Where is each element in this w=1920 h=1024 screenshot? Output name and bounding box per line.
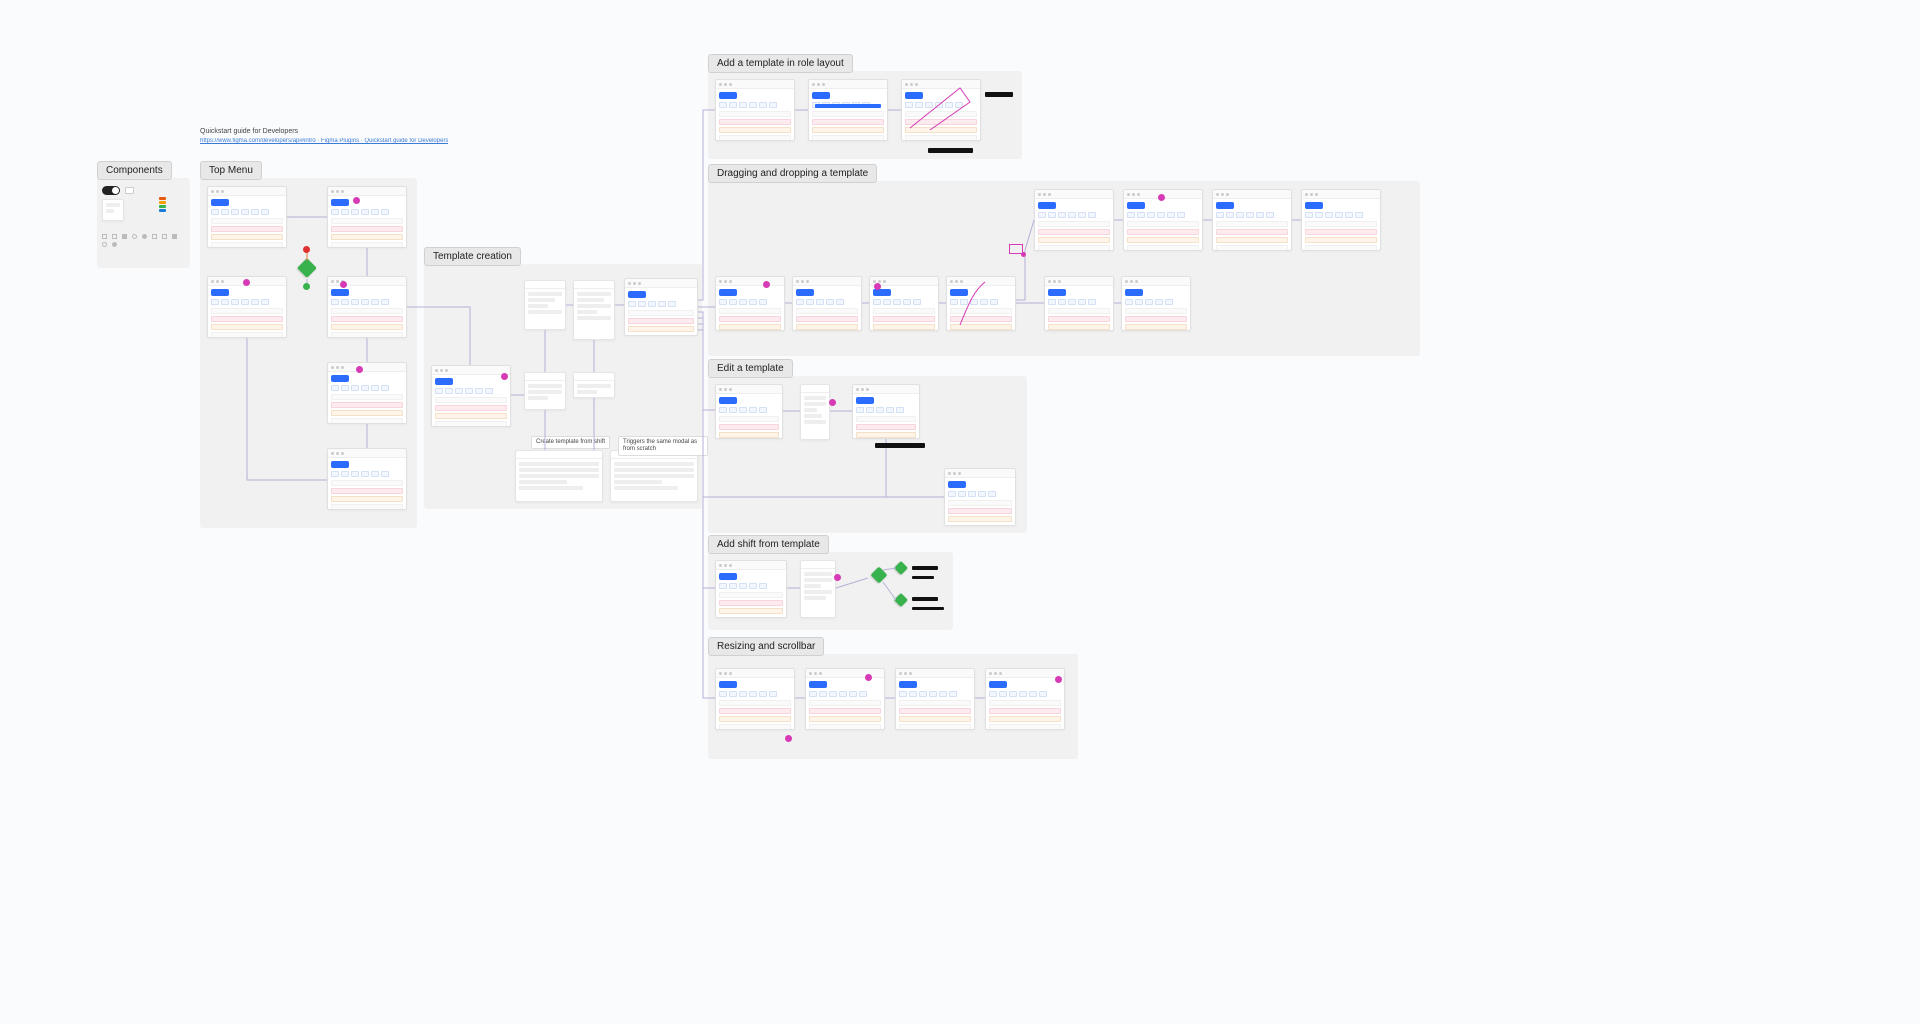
annotation-highlight-bar [815, 104, 881, 108]
annotation-dot [865, 674, 872, 681]
group-label-components[interactable]: Components [97, 161, 172, 180]
annotation-dot [501, 373, 508, 380]
group-label-drag-drop[interactable]: Dragging and dropping a template [708, 164, 877, 183]
group-label-template-creation[interactable]: Template creation [424, 247, 521, 266]
annotation-dot [834, 574, 841, 581]
frame-dd-6[interactable] [1121, 276, 1191, 331]
annotation-dot [356, 366, 363, 373]
frame-shift-1[interactable] [715, 560, 787, 618]
panel-tc-modal-3[interactable] [524, 372, 566, 410]
figma-canvas[interactable]: Quickstart guide for Developers https://… [0, 0, 1920, 1024]
redacted-label [912, 597, 938, 601]
frame-topmenu-6[interactable] [327, 448, 407, 510]
annotation-dot [763, 281, 770, 288]
frame-dd-top-3[interactable] [1212, 189, 1292, 251]
frame-dd-2[interactable] [792, 276, 862, 331]
panel-tc-modal-4[interactable] [573, 372, 615, 398]
component-icon-row [100, 232, 185, 262]
redacted-label [912, 607, 944, 610]
frame-role-2[interactable] [808, 79, 888, 141]
annotation-dot [353, 197, 360, 204]
frame-edit-2[interactable] [852, 384, 920, 439]
group-label-resizing[interactable]: Resizing and scrollbar [708, 637, 824, 656]
group-label-add-shift[interactable]: Add shift from template [708, 535, 829, 554]
component-mini-panel[interactable] [102, 199, 124, 221]
frame-dd-top-1[interactable] [1034, 189, 1114, 251]
annotation-dot [785, 735, 792, 742]
frame-topmenu-1[interactable] [207, 186, 287, 248]
frame-dd-top-4[interactable] [1301, 189, 1381, 251]
quickstart-link[interactable]: https://www.figma.com/developers/api#int… [200, 138, 448, 144]
annotation-dot [829, 399, 836, 406]
frame-dd-1[interactable] [715, 276, 785, 331]
frame-topmenu-5[interactable] [327, 362, 407, 424]
frame-resize-1[interactable] [715, 668, 795, 730]
panel-edit-1[interactable] [800, 384, 830, 440]
annotation-dot [1021, 252, 1026, 257]
frame-dd-5[interactable] [1044, 276, 1114, 331]
frame-resize-2[interactable] [805, 668, 885, 730]
frame-edit-1[interactable] [715, 384, 783, 439]
redacted-label [912, 576, 934, 579]
caption-tc-2: Triggers the same modal as from scratch [618, 436, 708, 456]
redacted-label [875, 443, 925, 448]
component-color-palette[interactable] [159, 197, 166, 212]
flow-node-green [303, 283, 310, 290]
flow-node-red [303, 246, 310, 253]
frame-resize-4[interactable] [985, 668, 1065, 730]
frame-role-3[interactable] [901, 79, 981, 141]
frame-topmenu-4[interactable] [327, 276, 407, 338]
caption-tc-1: Create template from shift [531, 436, 610, 449]
group-label-top-menu[interactable]: Top Menu [200, 161, 262, 180]
redacted-label [985, 92, 1013, 97]
frame-tc-result[interactable] [624, 278, 698, 336]
redacted-label [928, 148, 973, 153]
panel-tc-form-2[interactable] [610, 450, 698, 502]
annotation-dot [243, 279, 250, 286]
component-toggle[interactable] [102, 186, 120, 195]
frame-role-1[interactable] [715, 79, 795, 141]
frame-topmenu-2[interactable] [327, 186, 407, 248]
quickstart-title: Quickstart guide for Developers [200, 128, 298, 135]
frame-dd-4[interactable] [946, 276, 1016, 331]
group-label-edit-template[interactable]: Edit a template [708, 359, 793, 378]
redacted-label [912, 566, 938, 570]
annotation-dot [1158, 194, 1165, 201]
panel-tc-form-1[interactable] [515, 450, 603, 502]
group-label-add-template-role[interactable]: Add a template in role layout [708, 54, 853, 73]
annotation-dot [874, 283, 881, 290]
panel-tc-modal-2[interactable] [573, 280, 615, 340]
annotation-dot [1055, 676, 1062, 683]
frame-edit-3[interactable] [944, 468, 1016, 526]
panel-shift-1[interactable] [800, 560, 836, 618]
component-card[interactable] [125, 187, 134, 194]
frame-tc-1[interactable] [431, 365, 511, 427]
annotation-dot [340, 281, 347, 288]
panel-tc-modal-1[interactable] [524, 280, 566, 330]
frame-resize-3[interactable] [895, 668, 975, 730]
